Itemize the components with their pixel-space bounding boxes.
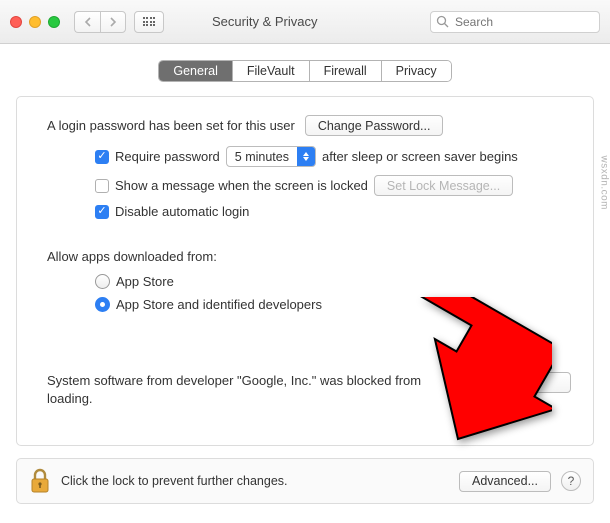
- search-icon: [436, 15, 449, 28]
- footer-bar: Click the lock to prevent further change…: [16, 458, 594, 504]
- allow-identified-radio[interactable]: [95, 297, 110, 312]
- tab-privacy[interactable]: Privacy: [382, 61, 451, 81]
- titlebar: Security & Privacy: [0, 0, 610, 44]
- annotation-arrow-icon: [352, 297, 552, 457]
- tab-filevault[interactable]: FileVault: [233, 61, 310, 81]
- allow-appstore-radio[interactable]: [95, 274, 110, 289]
- lock-text: Click the lock to prevent further change…: [61, 474, 449, 488]
- tab-bar: General FileVault Firewall Privacy: [16, 60, 594, 82]
- require-password-value: 5 minutes: [227, 150, 297, 164]
- show-all-button[interactable]: [134, 11, 164, 33]
- require-password-after-label: after sleep or screen saver begins: [322, 149, 518, 164]
- chevron-right-icon: [109, 17, 117, 27]
- grid-icon: [143, 17, 156, 26]
- forward-button[interactable]: [100, 11, 126, 33]
- close-window-button[interactable]: [10, 16, 22, 28]
- tab-firewall[interactable]: Firewall: [310, 61, 382, 81]
- window-controls: [10, 16, 60, 28]
- stepper-icon: [297, 147, 315, 166]
- disable-auto-login-label: Disable automatic login: [115, 204, 249, 219]
- require-password-label: Require password: [115, 149, 220, 164]
- tab-general[interactable]: General: [159, 61, 232, 81]
- advanced-button[interactable]: Advanced...: [459, 471, 551, 492]
- search-wrap: [430, 11, 600, 33]
- allow-apps-title: Allow apps downloaded from:: [47, 249, 571, 264]
- minimize-window-button[interactable]: [29, 16, 41, 28]
- window-title: Security & Privacy: [212, 14, 317, 29]
- watermark-text: wsxdn.com: [599, 155, 610, 210]
- lock-icon[interactable]: [29, 467, 51, 495]
- nav-buttons: [74, 11, 126, 33]
- show-message-checkbox[interactable]: [95, 179, 109, 193]
- allow-identified-label: App Store and identified developers: [116, 297, 322, 312]
- change-password-button[interactable]: Change Password...: [305, 115, 444, 136]
- allow-appstore-label: App Store: [116, 274, 174, 289]
- show-message-label: Show a message when the screen is locked: [115, 178, 368, 193]
- help-button[interactable]: ?: [561, 471, 581, 491]
- zoom-window-button[interactable]: [48, 16, 60, 28]
- main-panel: A login password has been set for this u…: [16, 96, 594, 446]
- chevron-left-icon: [84, 17, 92, 27]
- login-password-label: A login password has been set for this u…: [47, 118, 295, 133]
- disable-auto-login-checkbox[interactable]: [95, 205, 109, 219]
- require-password-checkbox[interactable]: [95, 150, 109, 164]
- back-button[interactable]: [74, 11, 100, 33]
- require-password-select[interactable]: 5 minutes: [226, 146, 316, 167]
- search-input[interactable]: [430, 11, 600, 33]
- set-lock-message-button: Set Lock Message...: [374, 175, 513, 196]
